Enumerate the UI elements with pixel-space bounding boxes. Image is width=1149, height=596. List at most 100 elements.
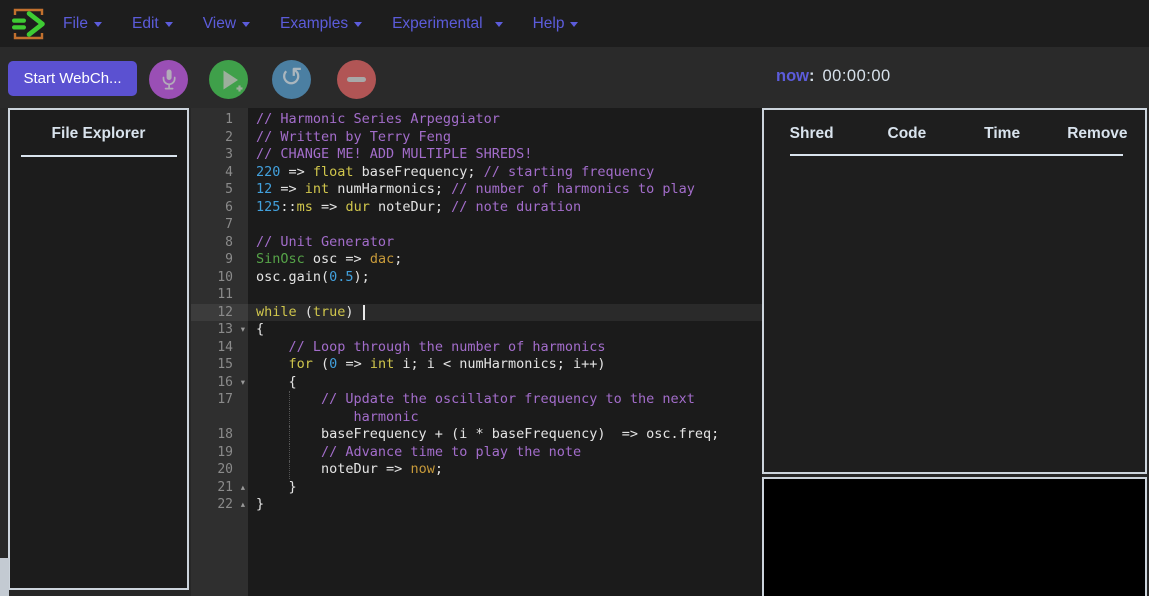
fold-close-icon[interactable]: ▴ (241, 480, 245, 498)
code-text: // Unit Generator (248, 234, 394, 252)
code-line[interactable]: 22▴} (191, 496, 762, 514)
caret-down-icon (354, 22, 362, 27)
code-line[interactable]: 13▾{ (191, 321, 762, 339)
line-number: 11 (191, 286, 248, 304)
fold-open-icon[interactable]: ▾ (241, 375, 245, 393)
code-line[interactable]: 8// Unit Generator (191, 234, 762, 252)
line-number: 14 (191, 339, 248, 357)
revert-button[interactable]: ↺ (272, 60, 311, 99)
line-number: 22▴ (191, 496, 248, 514)
shred-column-remove: Remove (1050, 125, 1145, 143)
line-number: 8 (191, 234, 248, 252)
shred-column-shred: Shred (764, 125, 859, 143)
caret-down-icon (495, 22, 503, 27)
start-webchuck-button[interactable]: Start WebCh... (8, 61, 137, 96)
code-line[interactable]: 18 baseFrequency + (i * baseFrequency) =… (191, 426, 762, 444)
line-number: 3 (191, 146, 248, 164)
code-text: // CHANGE ME! ADD MULTIPLE SHREDS! (248, 146, 532, 164)
code-line[interactable]: 16▾ { (191, 374, 762, 392)
webchuck-ide-window: File Edit View Examples Experimental Hel… (0, 0, 1149, 596)
code-line[interactable]: 15 for (0 => int i; i < numHarmonics; i+… (191, 356, 762, 374)
menu-view-label: View (203, 15, 236, 33)
microphone-icon (157, 67, 181, 93)
code-editor[interactable]: 1// Harmonic Series Arpeggiator2// Writt… (191, 108, 762, 596)
menu-examples-label: Examples (280, 15, 348, 33)
line-number: 9 (191, 251, 248, 269)
play-shred-button[interactable] (209, 60, 248, 99)
menu-view[interactable]: View (188, 0, 265, 47)
indent-guide (289, 409, 290, 427)
code-line[interactable]: 4220 => float baseFrequency; // starting… (191, 164, 762, 182)
text-cursor (363, 305, 365, 320)
microphone-button[interactable] (149, 60, 188, 99)
code-line[interactable]: 19 // Advance time to play the note (191, 444, 762, 462)
menu-file[interactable]: File (48, 0, 117, 47)
line-number: 20 (191, 461, 248, 479)
line-number (191, 409, 248, 427)
play-add-shred-icon (214, 65, 244, 95)
code-line[interactable]: 11 (191, 286, 762, 304)
fold-open-icon[interactable]: ▾ (241, 322, 245, 340)
code-text (248, 286, 256, 304)
code-text: } (248, 479, 297, 497)
menu-experimental[interactable]: Experimental (377, 0, 517, 47)
code-line[interactable]: 6125::ms => dur noteDur; // note duratio… (191, 199, 762, 217)
line-number: 15 (191, 356, 248, 374)
line-number: 5 (191, 181, 248, 199)
code-text: // Update the oscillator frequency to th… (248, 391, 695, 409)
scrollbar-thumb[interactable] (0, 558, 9, 596)
code-text: { (248, 321, 264, 339)
indent-guide (289, 444, 290, 462)
code-line[interactable]: 3// CHANGE ME! ADD MULTIPLE SHREDS! (191, 146, 762, 164)
code-line[interactable]: 12while (true) (191, 304, 762, 322)
code-text: while (true) (248, 304, 365, 322)
code-line[interactable]: 10osc.gain(0.5); (191, 269, 762, 287)
line-number: 18 (191, 426, 248, 444)
line-number: 17 (191, 391, 248, 409)
code-text: // Advance time to play the note (248, 444, 581, 462)
menu-file-label: File (63, 15, 88, 33)
visualizer-panel (762, 477, 1147, 596)
code-line[interactable]: 512 => int numHarmonics; // number of ha… (191, 181, 762, 199)
line-number: 6 (191, 199, 248, 217)
caret-down-icon (242, 22, 250, 27)
menu-help-label: Help (533, 15, 565, 33)
code-line[interactable]: harmonic (191, 409, 762, 427)
file-explorer-panel: File Explorer (8, 108, 189, 590)
code-line[interactable]: 20 noteDur => now; (191, 461, 762, 479)
menu-bar: File Edit View Examples Experimental Hel… (0, 0, 1149, 47)
code-text (248, 216, 256, 234)
code-text: SinOsc osc => dac; (248, 251, 402, 269)
code-text: baseFrequency + (i * baseFrequency) => o… (248, 426, 719, 444)
code-line[interactable]: 1// Harmonic Series Arpeggiator (191, 111, 762, 129)
code-text: osc.gain(0.5); (248, 269, 370, 287)
menu-help[interactable]: Help (518, 0, 594, 47)
caret-down-icon (94, 22, 102, 27)
shred-table-divider (790, 154, 1123, 156)
code-text: // Loop through the number of harmonics (248, 339, 606, 357)
code-line[interactable]: 17 // Update the oscillator frequency to… (191, 391, 762, 409)
caret-down-icon (165, 22, 173, 27)
fold-close-icon[interactable]: ▴ (241, 497, 245, 515)
code-line[interactable]: 2// Written by Terry Feng (191, 129, 762, 147)
code-text: } (248, 496, 264, 514)
minus-icon (347, 77, 366, 82)
code-text: harmonic (248, 409, 419, 427)
menu-edit[interactable]: Edit (117, 0, 188, 47)
indent-guide (289, 391, 290, 409)
menu-edit-label: Edit (132, 15, 159, 33)
remove-shred-button[interactable] (337, 60, 376, 99)
code-line[interactable]: 9SinOsc osc => dac; (191, 251, 762, 269)
code-lines: 1// Harmonic Series Arpeggiator2// Writt… (191, 111, 762, 514)
code-text: 220 => float baseFrequency; // starting … (248, 164, 654, 182)
code-text: // Written by Terry Feng (248, 129, 451, 147)
code-line[interactable]: 21▴ } (191, 479, 762, 497)
menu-examples[interactable]: Examples (265, 0, 377, 47)
revert-anticlockwise-arrow-icon: ↺ (280, 64, 303, 91)
line-number: 12 (191, 304, 248, 322)
line-number: 7 (191, 216, 248, 234)
webchuck-logo-icon[interactable] (8, 5, 48, 43)
shred-column-time: Time (955, 125, 1050, 143)
code-line[interactable]: 14 // Loop through the number of harmoni… (191, 339, 762, 357)
code-line[interactable]: 7 (191, 216, 762, 234)
